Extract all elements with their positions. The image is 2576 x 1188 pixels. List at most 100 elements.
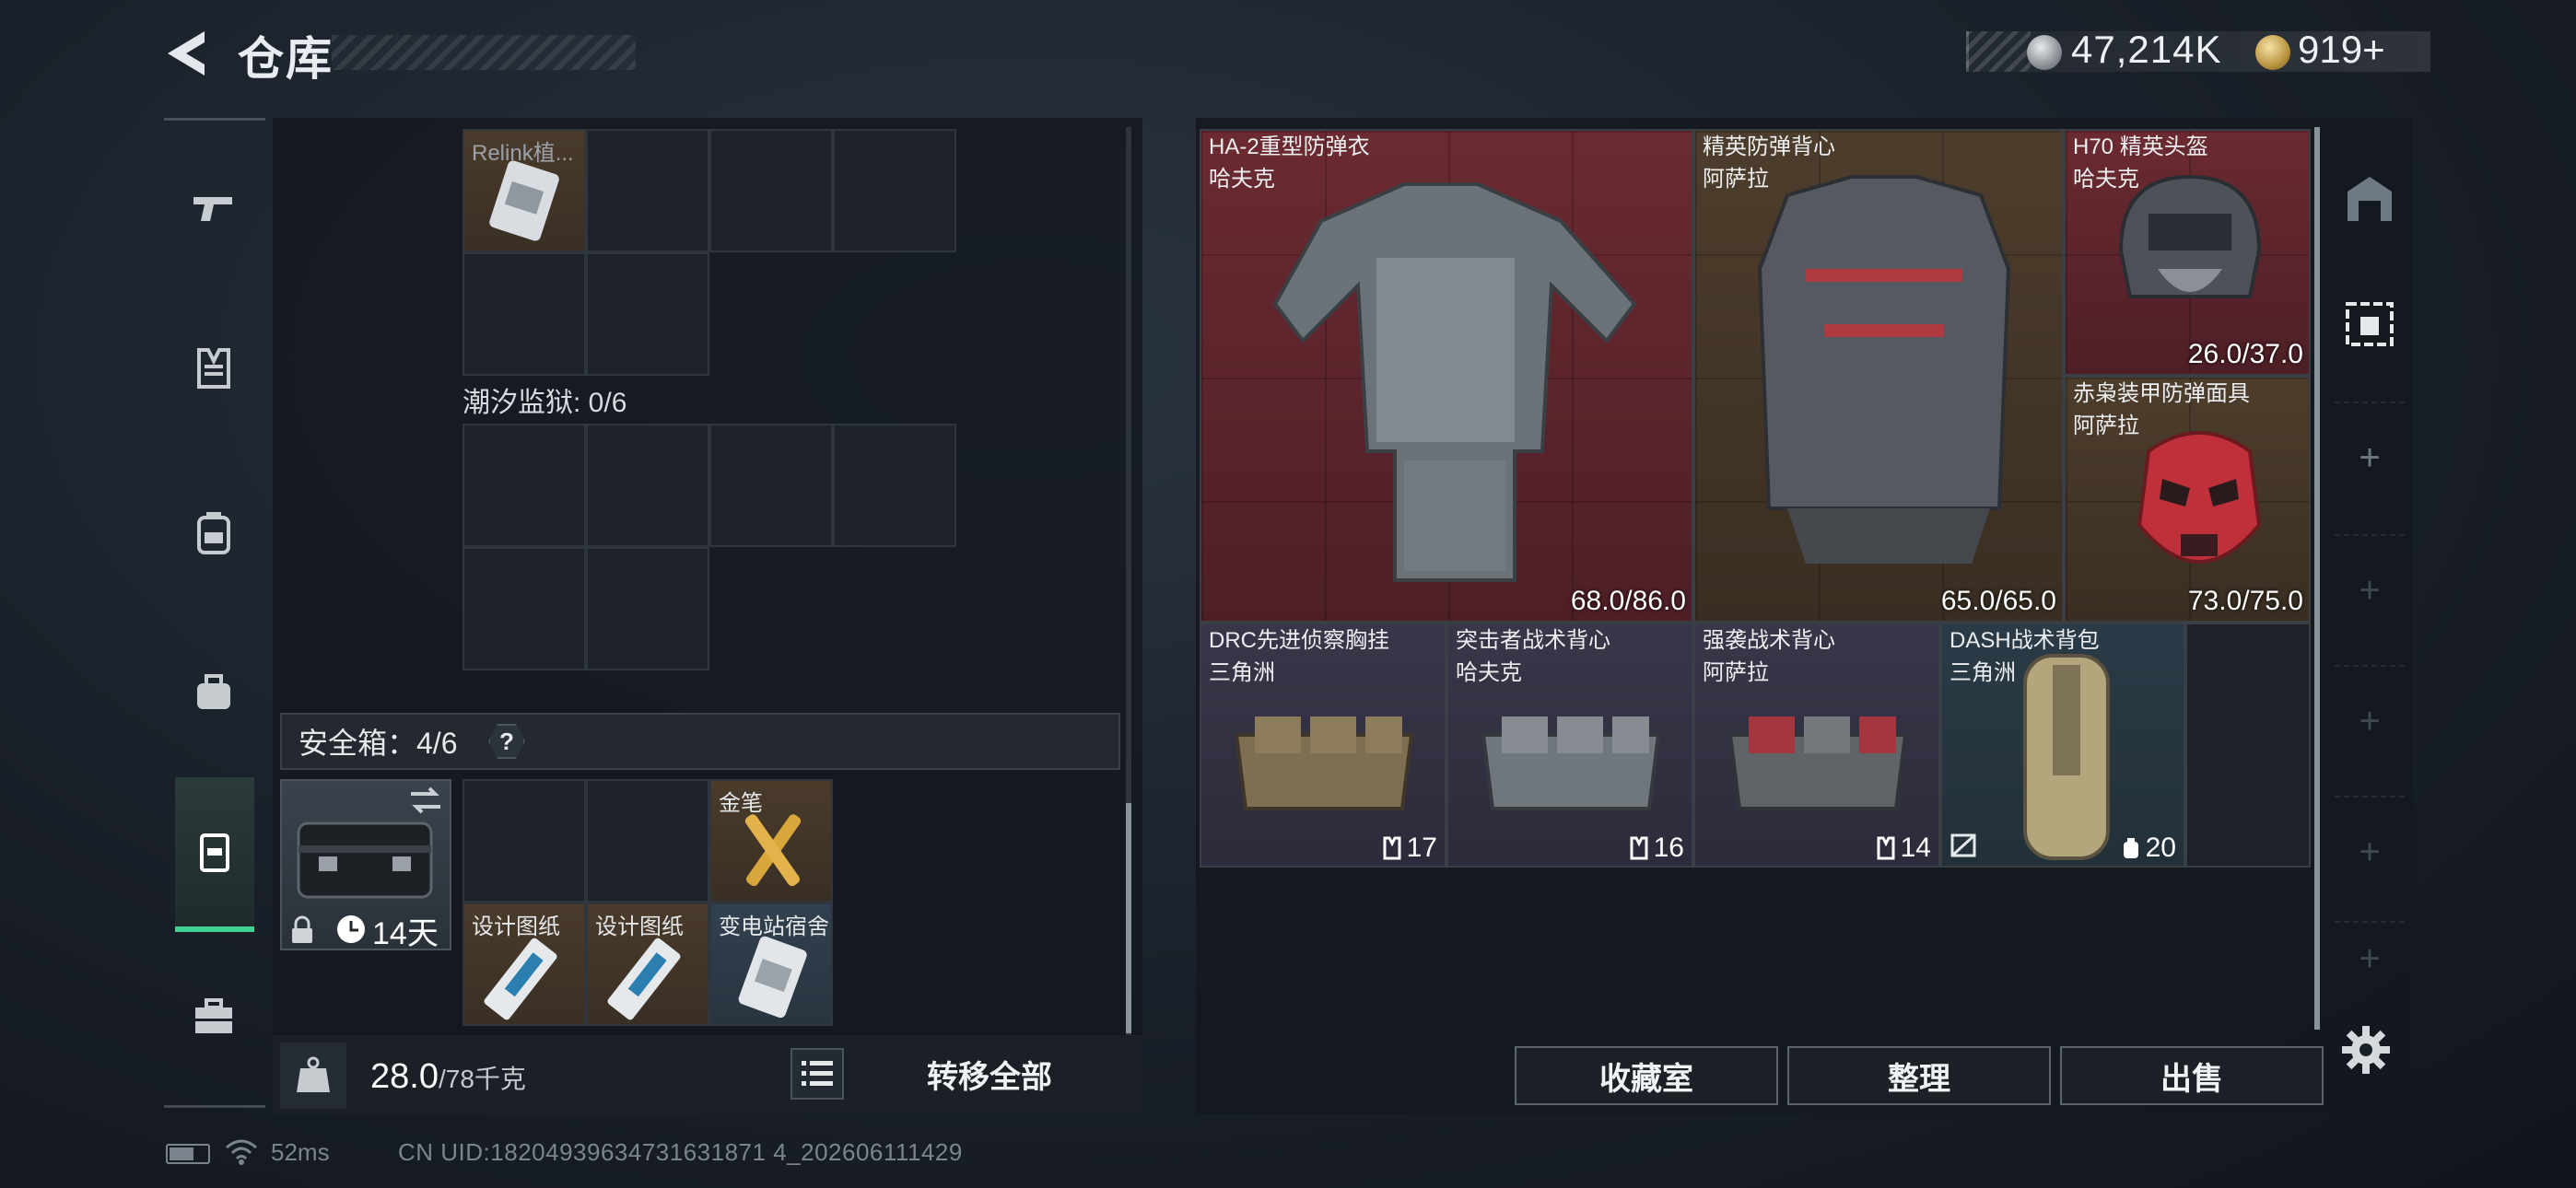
back-arrow-icon[interactable] [162, 28, 208, 79]
swap-icon[interactable] [407, 785, 444, 816]
weight-value: 28.0/78千克 [370, 1057, 526, 1097]
grid-cell[interactable] [586, 424, 709, 547]
add-storage-slot-1[interactable]: + [2335, 402, 2405, 512]
gear-capacity: 20 [2120, 833, 2176, 864]
clock-icon [337, 915, 365, 943]
bag-icon [197, 674, 230, 709]
gear-capacity: 16 [1628, 833, 1684, 864]
item-card-icon [489, 160, 559, 241]
add-storage-slot-4[interactable]: + [2335, 796, 2405, 906]
gear-durability: 73.0/75.0 [2187, 586, 2303, 616]
settings-gear-icon[interactable] [2340, 1024, 2392, 1076]
gear-name: 突击者战术背心 [1456, 628, 1610, 653]
grid-cell[interactable] [833, 129, 956, 252]
grid-cell[interactable] [833, 424, 956, 547]
equipment-scrollbar-thumb[interactable] [2314, 127, 2320, 1030]
transfer-all-button[interactable]: 转移全部 [870, 1041, 1109, 1107]
organize-button[interactable]: 整理 [1787, 1046, 2051, 1105]
container-icon [2346, 302, 2394, 346]
duffel-backpack-icon [2023, 654, 2110, 860]
grid-cell[interactable] [586, 779, 709, 903]
page-title: 仓库 [238, 33, 334, 85]
add-storage-slot-5[interactable]: + [2335, 921, 2405, 995]
grid-cell[interactable] [463, 779, 586, 903]
vest-icon [197, 348, 230, 389]
helmet-icon [2118, 174, 2262, 298]
prison-storage-label: 潮汐监狱: 0/6 [463, 388, 627, 418]
hard-case-icon [297, 821, 433, 899]
container-tab[interactable] [2335, 269, 2405, 379]
rail-item-toolbox[interactable] [175, 961, 252, 1072]
gear-capacity: 17 [1381, 833, 1437, 864]
storage-item-relink[interactable]: Relink植... [463, 129, 586, 252]
gear-name: 精英防弹背心 [1703, 134, 1835, 159]
blueprint-icon [484, 938, 557, 1020]
gear-red-owl-mask[interactable]: 赤枭装甲防弹面具 阿萨拉 73.0/75.0 [2064, 376, 2311, 623]
gear-ha2-heavy-armor[interactable]: HA-2重型防弹衣 哈夫克 68.0/86.0 [1200, 129, 1693, 623]
safe-item-gold-pen[interactable]: 金笔 [709, 779, 833, 903]
rail-item-bag[interactable] [175, 635, 252, 746]
rail-item-armor[interactable] [175, 313, 252, 424]
gear-empty-slot[interactable] [2185, 623, 2311, 868]
gear-h70-elite-helmet[interactable]: H70 精英头盔 哈夫克 26.0/37.0 [2064, 129, 2311, 376]
rail-item-safe-box[interactable] [175, 777, 254, 932]
backpack-icon [197, 512, 230, 554]
gear-name: 赤枭装甲防弹面具 [2073, 381, 2250, 406]
gear-assaulter-vest[interactable]: 突击者战术背心 哈夫克 16 [1446, 623, 1693, 868]
gold-coin-icon [2255, 35, 2290, 70]
add-storage-slot-2[interactable]: + [2335, 534, 2405, 645]
weight-kg-icon [297, 1056, 330, 1092]
gear-maker: 三角洲 [1950, 660, 2016, 685]
plus-icon: + [2359, 938, 2381, 979]
grid-cell[interactable] [463, 424, 586, 547]
gear-name: H70 精英头盔 [2073, 134, 2208, 159]
currency-stripe-decoration [1966, 31, 2031, 72]
no-vest-icon [1950, 833, 1976, 857]
grid-cell[interactable] [586, 129, 709, 252]
silver-amount: 47,214K [2071, 28, 2222, 71]
gear-maker: 哈夫克 [1456, 660, 1522, 685]
grid-cell[interactable] [709, 129, 833, 252]
storage-scrollbar-thumb[interactable] [1126, 803, 1131, 1033]
gear-maker: 三角洲 [1209, 660, 1275, 685]
grid-cell[interactable] [586, 547, 709, 670]
gear-assault-vest[interactable]: 强袭战术背心 阿萨拉 14 [1693, 623, 1940, 868]
rail-item-backpack[interactable] [175, 477, 252, 588]
keycard-icon [738, 936, 807, 1019]
briefcase-icon [195, 998, 232, 1033]
sell-button[interactable]: 出售 [2060, 1046, 2324, 1105]
gear-durability: 68.0/86.0 [1570, 586, 1686, 616]
vest-capacity-icon [1877, 836, 1895, 860]
plus-icon: + [2359, 700, 2381, 741]
gear-dash-backpack[interactable]: DASH战术背包 三角洲 20 [1940, 623, 2185, 868]
grid-cell[interactable] [463, 547, 586, 670]
grid-cell[interactable] [586, 252, 709, 376]
title-stripe-decoration [332, 35, 636, 70]
case-days-remaining: 14天 [372, 916, 439, 951]
battery-level [170, 1147, 193, 1160]
gear-elite-armor-vest[interactable]: 精英防弹背心 阿萨拉 65.0/65.0 [1693, 129, 2064, 623]
safe-item-substation-keycard[interactable]: 变电站宿舍 [709, 903, 833, 1026]
plus-icon: + [2359, 437, 2381, 478]
tactical-vest-icon [1481, 716, 1661, 810]
grid-cell[interactable] [709, 424, 833, 547]
gear-drc-recon-rig[interactable]: DRC先进侦察胸挂 三角洲 17 [1200, 623, 1446, 868]
grid-cell[interactable] [463, 252, 586, 376]
assault-vest-icon [1727, 716, 1908, 810]
gear-name: DRC先进侦察胸挂 [1209, 628, 1389, 653]
collection-room-button[interactable]: 收藏室 [1515, 1046, 1778, 1105]
list-view-button[interactable] [790, 1048, 844, 1100]
gold-amount[interactable]: 919+ [2298, 28, 2385, 72]
gear-maker: 阿萨拉 [1703, 660, 1769, 685]
blueprint-icon [607, 938, 681, 1020]
weight-current: 28.0 [370, 1057, 439, 1096]
backpack-capacity-icon [2123, 838, 2138, 858]
plus-icon: + [2359, 831, 2381, 872]
vest-capacity-icon [1630, 836, 1648, 860]
add-storage-slot-3[interactable]: + [2335, 665, 2405, 775]
safe-item-blueprint-1[interactable]: 设计图纸 [463, 903, 586, 1026]
rail-item-guns[interactable] [175, 153, 252, 263]
safe-item-blueprint-2[interactable]: 设计图纸 [586, 903, 709, 1026]
warehouse-tab[interactable] [2335, 144, 2405, 254]
chest-rig-icon [1234, 716, 1414, 810]
